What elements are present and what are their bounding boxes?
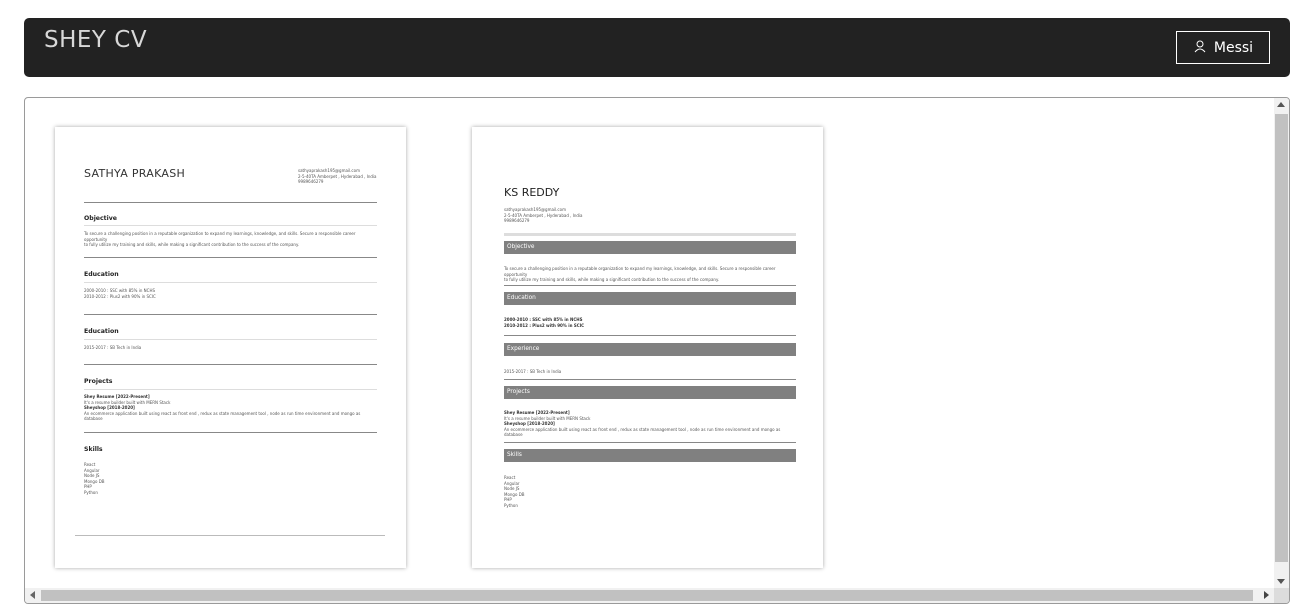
scroll-up-icon[interactable]	[1277, 102, 1285, 107]
user-icon	[1193, 39, 1207, 57]
user-profile-button[interactable]: Messi	[1176, 31, 1270, 64]
divider	[504, 442, 796, 443]
section-body: Shey Resume [2022-Present] It's a resume…	[504, 410, 781, 437]
section-title-bar: Education	[504, 292, 796, 305]
section-title: Education	[84, 328, 119, 335]
section-title-bar: Experience	[504, 343, 796, 356]
divider	[84, 202, 377, 203]
app-header: SHEY CV Messi	[24, 18, 1290, 77]
divider	[504, 379, 796, 380]
divider	[504, 233, 796, 236]
section-title: Education	[84, 271, 119, 278]
scrollbar-thumb[interactable]	[41, 590, 1253, 601]
section-body: To secure a challenging position in a re…	[84, 231, 356, 247]
brand-logo[interactable]: SHEY CV	[44, 27, 147, 53]
section-title: Objective	[84, 215, 117, 222]
section-body: Shey Resume [2022-Present] It's a resume…	[84, 394, 361, 421]
templates-viewer[interactable]: SATHYA PRAKASH sathyaprakash195@gmail.co…	[24, 97, 1290, 604]
section-body: 2000-2010 : SSC with 85% in NCHS 2010-20…	[504, 317, 585, 328]
divider	[84, 225, 377, 226]
section-body: React Angular Node JS Mongo DB PHP Pytho…	[504, 475, 525, 508]
section-title: Projects	[84, 378, 113, 385]
resume-template-card[interactable]: KS REDDY sathyaprakash195@gmail.com 2-5-…	[472, 127, 823, 568]
divider	[84, 339, 377, 340]
scroll-down-icon[interactable]	[1277, 579, 1285, 584]
divider	[84, 389, 377, 390]
divider	[84, 282, 377, 283]
divider	[504, 285, 796, 286]
section-body: 2015-2017 : SB Tech in India	[84, 345, 142, 350]
scroll-right-icon[interactable]	[1264, 591, 1269, 599]
section-body: 2000-2010 : SSC with 85% in NCHS 2010-20…	[84, 288, 156, 299]
divider	[84, 432, 377, 433]
section-title: Skills	[84, 446, 103, 453]
divider	[84, 314, 377, 315]
divider	[84, 364, 377, 365]
divider	[75, 535, 385, 536]
section-body: To secure a challenging position in a re…	[504, 266, 776, 282]
resume-name: KS REDDY	[504, 186, 560, 199]
section-body: 2015-2017 : SB Tech in India	[504, 369, 562, 374]
divider	[84, 257, 377, 258]
resume-template-card[interactable]: SATHYA PRAKASH sathyaprakash195@gmail.co…	[55, 127, 406, 568]
horizontal-scrollbar[interactable]	[25, 588, 1275, 603]
scrollbar-corner	[1274, 588, 1289, 603]
user-name: Messi	[1213, 39, 1254, 56]
section-title-bar: Projects	[504, 386, 796, 399]
resume-contact: sathyaprakash195@gmail.com 2-5-40TA Ambe…	[298, 168, 377, 184]
vertical-scrollbar[interactable]	[1274, 98, 1289, 588]
scrollbar-thumb[interactable]	[1275, 114, 1288, 562]
section-title-bar: Objective	[504, 241, 796, 254]
resume-contact: sathyaprakash195@gmail.com 2-5-40TA Ambe…	[504, 207, 583, 223]
scroll-left-icon[interactable]	[30, 591, 35, 599]
section-body: React Angular Node JS Mongo DB PHP Pytho…	[84, 462, 105, 495]
section-title-bar: Skills	[504, 449, 796, 462]
resume-name: SATHYA PRAKASH	[84, 167, 186, 180]
divider	[504, 335, 796, 336]
